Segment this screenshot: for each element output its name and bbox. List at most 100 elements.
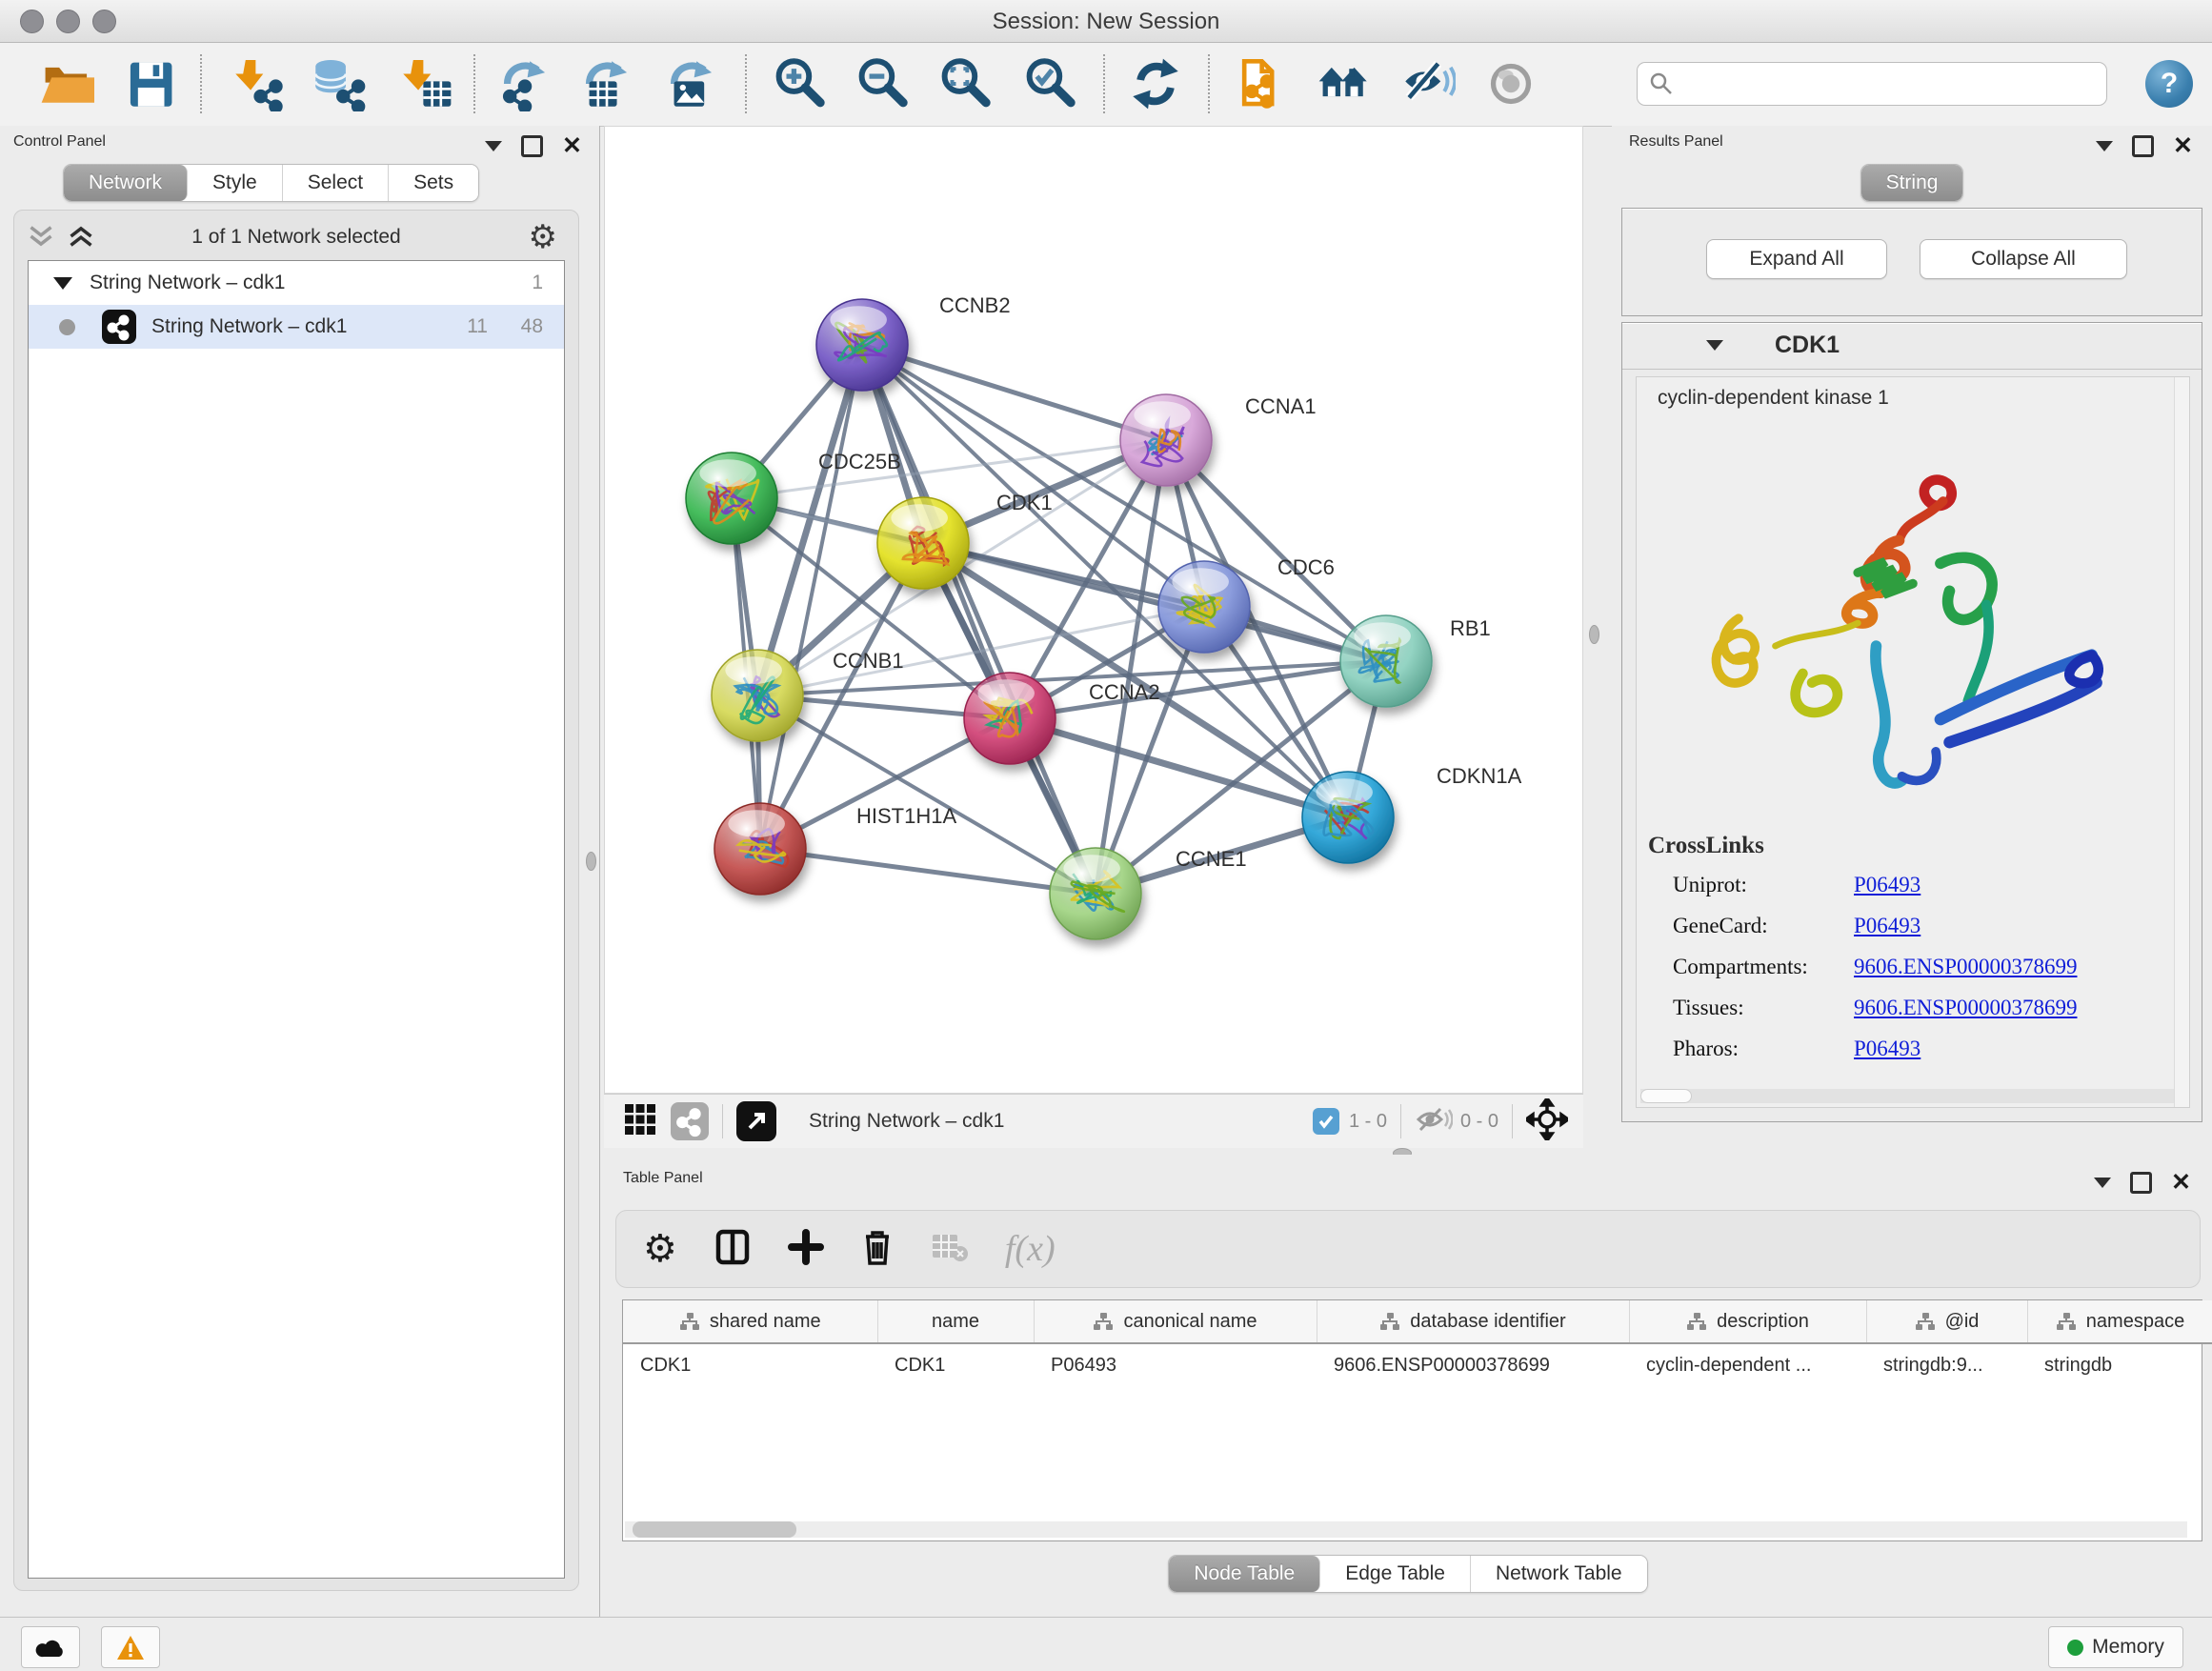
crosslink-link[interactable]: P06493: [1854, 873, 1920, 897]
open-session-button[interactable]: [39, 56, 94, 111]
control-panel-close-icon[interactable]: ✕: [562, 138, 582, 154]
network-collection-row[interactable]: String Network – cdk1 1: [29, 261, 564, 305]
zoom-in-button[interactable]: [773, 56, 828, 111]
refresh-view-button[interactable]: [1128, 56, 1183, 111]
tab-sets[interactable]: Sets: [389, 165, 478, 201]
tab-edge-table[interactable]: Edge Table: [1320, 1556, 1471, 1592]
zoom-fit-icon: [938, 56, 994, 111]
node-label-CCNA2: CCNA2: [1089, 680, 1160, 704]
tab-string[interactable]: String: [1861, 165, 1963, 201]
table-hscrollbar[interactable]: [625, 1521, 2187, 1538]
node-CCNE1[interactable]: CCNE1: [1050, 847, 1247, 939]
table-cell[interactable]: CDK1: [623, 1343, 877, 1386]
birdseye-grid-icon[interactable]: [623, 1102, 657, 1141]
network-overview-icon[interactable]: [671, 1102, 709, 1140]
search-input[interactable]: [1637, 62, 2107, 106]
crosslink-link[interactable]: 9606.ENSP00000378699: [1854, 955, 2078, 979]
edge-CCNB2-CCNA1[interactable]: [862, 345, 1166, 440]
column-header--id[interactable]: @id: [1866, 1300, 2027, 1343]
import-table-file-icon: [398, 56, 453, 111]
home-pages-button[interactable]: [1317, 56, 1372, 111]
column-header-namespace[interactable]: namespace: [2027, 1300, 2212, 1343]
export-table-button[interactable]: [579, 56, 634, 111]
memory-button[interactable]: Memory: [2048, 1626, 2183, 1668]
crosslink-link[interactable]: 9606.ENSP00000378699: [1854, 996, 2078, 1020]
node-label-CDC25B: CDC25B: [818, 450, 901, 473]
column-header-shared-name[interactable]: shared name: [623, 1300, 877, 1343]
column-header-description[interactable]: description: [1629, 1300, 1866, 1343]
toolbar-separator: [200, 54, 202, 113]
crosslink-link[interactable]: P06493: [1854, 914, 1920, 938]
table-settings-gear-icon[interactable]: ⚙: [643, 1230, 677, 1268]
right-splitter-handle[interactable]: [1589, 625, 1599, 644]
collapse-all-button[interactable]: Collapse All: [1920, 239, 2127, 279]
tab-network-table[interactable]: Network Table: [1471, 1556, 1647, 1592]
table-cell[interactable]: CDK1: [877, 1343, 1034, 1386]
save-session-button[interactable]: [123, 56, 178, 111]
results-panel-float-icon[interactable]: [2132, 135, 2154, 157]
table-cell[interactable]: P06493: [1034, 1343, 1317, 1386]
expand-all-button[interactable]: Expand All: [1706, 239, 1887, 279]
edge-CCNB2-HIST1H1A[interactable]: [760, 345, 862, 849]
inactive-eye-button[interactable]: [1483, 56, 1538, 111]
edge-HIST1H1A-CCNE1[interactable]: [760, 849, 1096, 894]
gene-collapse-icon[interactable]: [1706, 340, 1723, 351]
collection-expand-icon[interactable]: [53, 277, 72, 290]
pan-crosshair-icon[interactable]: [1526, 1098, 1568, 1145]
warning-button[interactable]: [101, 1626, 160, 1668]
table-cell[interactable]: 9606.ENSP00000378699: [1317, 1343, 1629, 1386]
table-cell[interactable]: stringdb:9...: [1866, 1343, 2027, 1386]
table-delete-icon[interactable]: [860, 1227, 895, 1272]
results-hscrollbar[interactable]: [1640, 1089, 2174, 1103]
results-panel-close-icon[interactable]: ✕: [2173, 138, 2193, 154]
tab-network[interactable]: Network: [64, 165, 188, 201]
zoom-selected-button[interactable]: [1023, 56, 1078, 111]
help-button[interactable]: ?: [2145, 60, 2193, 108]
control-panel-float-icon[interactable]: [521, 135, 543, 157]
crosslink-link[interactable]: P06493: [1854, 1037, 1920, 1061]
table-row[interactable]: CDK1CDK1P064939606.ENSP00000378699cyclin…: [623, 1343, 2212, 1386]
export-image-button[interactable]: [664, 56, 719, 111]
selected-checkbox-icon[interactable]: [1313, 1108, 1339, 1135]
results-panel-menu-icon[interactable]: [2096, 141, 2113, 151]
export-network-button[interactable]: [497, 56, 553, 111]
crosslink-label: GeneCard:: [1673, 914, 1854, 938]
node-CDKN1A[interactable]: CDKN1A: [1302, 764, 1522, 863]
network-options-gear-icon[interactable]: ⚙: [529, 218, 557, 256]
import-network-file-button[interactable]: [231, 56, 286, 111]
node-CDK1[interactable]: CDK1: [877, 491, 1053, 589]
node-CCNA1[interactable]: CCNA1: [1120, 394, 1317, 486]
open-in-window-icon[interactable]: [736, 1101, 776, 1141]
crosslink-label: Compartments:: [1673, 955, 1854, 979]
network-canvas[interactable]: CCNB2CCNA1CDC25BCDK1CDC6RB1CCNB1CCNA2CDK…: [604, 126, 1583, 1094]
node-RB1[interactable]: RB1: [1340, 615, 1491, 707]
table-add-icon[interactable]: [788, 1229, 824, 1270]
table-cell[interactable]: stringdb: [2027, 1343, 2212, 1386]
column-header-canonical-name[interactable]: canonical name: [1034, 1300, 1317, 1343]
network-row[interactable]: String Network – cdk1 11 48: [29, 305, 564, 349]
zoom-out-button[interactable]: [855, 56, 911, 111]
zoom-fit-button[interactable]: [938, 56, 994, 111]
tab-style[interactable]: Style: [188, 165, 283, 201]
table-panel-float-icon[interactable]: [2130, 1172, 2152, 1194]
table-columns-icon[interactable]: [714, 1228, 752, 1271]
table-panel-menu-icon[interactable]: [2094, 1178, 2111, 1188]
table-cell[interactable]: cyclin-dependent ...: [1629, 1343, 1866, 1386]
results-vscrollbar[interactable]: [2174, 377, 2189, 1107]
node-HIST1H1A[interactable]: HIST1H1A: [714, 803, 956, 895]
column-header-database-identifier[interactable]: database identifier: [1317, 1300, 1629, 1343]
tab-select[interactable]: Select: [283, 165, 389, 201]
network-node-count: 11: [440, 315, 488, 338]
column-header-name[interactable]: name: [877, 1300, 1034, 1343]
control-panel-menu-icon[interactable]: [485, 141, 502, 151]
gene-header[interactable]: CDK1: [1622, 323, 2202, 370]
hide-panel-button[interactable]: [1400, 56, 1456, 111]
title-bar: Session: New Session: [0, 0, 2212, 43]
table-panel-close-icon[interactable]: ✕: [2171, 1175, 2191, 1191]
cloud-button[interactable]: [21, 1626, 80, 1668]
share-document-button[interactable]: [1232, 56, 1287, 111]
import-table-file-button[interactable]: [398, 56, 453, 111]
import-network-database-button[interactable]: [311, 56, 366, 111]
left-splitter-handle[interactable]: [586, 852, 596, 871]
tab-node-table[interactable]: Node Table: [1169, 1556, 1320, 1592]
